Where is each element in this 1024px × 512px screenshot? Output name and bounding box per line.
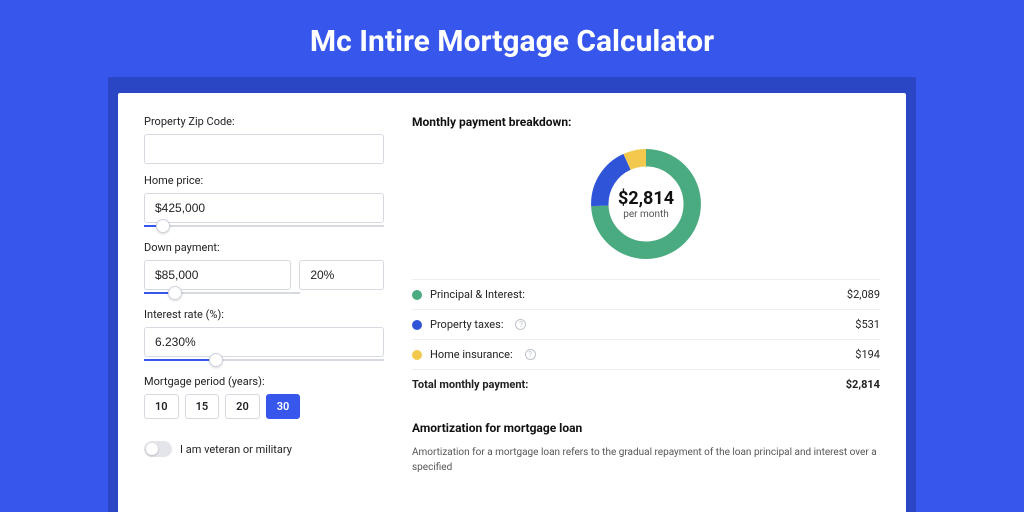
period-pill-20[interactable]: 20 <box>225 394 260 419</box>
legend-row: Home insurance:? $194 <box>412 340 880 370</box>
breakdown-title: Monthly payment breakdown: <box>412 115 880 129</box>
legend: Principal & Interest: $2,089 Property taxe… <box>412 279 880 399</box>
down-percent-input[interactable] <box>299 260 384 290</box>
legend-total-label: Total monthly payment: <box>412 378 528 391</box>
legend-dot <box>412 290 422 300</box>
period-label: Mortgage period (years): <box>144 375 384 388</box>
price-input[interactable] <box>144 193 384 223</box>
veteran-label: I am veteran or military <box>180 443 292 456</box>
zip-input[interactable] <box>144 134 384 164</box>
amortization-title: Amortization for mortgage loan <box>412 421 880 435</box>
donut-center-sub: per month <box>623 209 669 220</box>
legend-total-row: Total monthly payment: $2,814 <box>412 370 880 399</box>
period-pills: 10152030 <box>144 394 384 419</box>
down-slider-thumb[interactable] <box>168 286 182 300</box>
period-group: Mortgage period (years): 10152030 <box>144 375 384 419</box>
legend-dot <box>412 320 422 330</box>
legend-label: Property taxes: <box>430 318 503 331</box>
donut-wrap: $2,814 per month <box>412 139 880 279</box>
page-title: Mc Intire Mortgage Calculator <box>0 0 1024 77</box>
legend-value: $194 <box>855 348 880 361</box>
donut-chart: $2,814 per month <box>585 143 707 265</box>
calculator-card: Property Zip Code: Home price: Down paym… <box>118 93 906 512</box>
down-label: Down payment: <box>144 241 384 254</box>
donut-center-value: $2,814 <box>618 188 674 209</box>
down-group: Down payment: <box>144 241 384 294</box>
rate-slider-thumb[interactable] <box>209 353 223 367</box>
rate-label: Interest rate (%): <box>144 308 384 321</box>
amortization-text: Amortization for a mortgage loan refers … <box>412 445 880 475</box>
legend-value: $531 <box>855 318 880 331</box>
results-column: Monthly payment breakdown: $2,814 per mo… <box>412 115 880 512</box>
info-icon[interactable]: ? <box>525 349 536 360</box>
veteran-toggle[interactable] <box>144 441 172 457</box>
legend-dot <box>412 350 422 360</box>
period-pill-15[interactable]: 15 <box>185 394 220 419</box>
rate-group: Interest rate (%): <box>144 308 384 361</box>
rate-slider[interactable] <box>144 359 384 361</box>
donut-center: $2,814 per month <box>585 143 707 265</box>
price-slider[interactable] <box>144 225 384 227</box>
legend-label: Principal & Interest: <box>430 288 525 301</box>
down-amount-input[interactable] <box>144 260 291 290</box>
period-pill-30[interactable]: 30 <box>266 394 301 419</box>
down-slider[interactable] <box>144 292 300 294</box>
price-slider-thumb[interactable] <box>156 219 170 233</box>
legend-value: $2,089 <box>847 288 880 301</box>
card-shadow: Property Zip Code: Home price: Down paym… <box>108 77 916 512</box>
zip-label: Property Zip Code: <box>144 115 384 128</box>
rate-input[interactable] <box>144 327 384 357</box>
price-group: Home price: <box>144 174 384 227</box>
legend-row: Principal & Interest: $2,089 <box>412 280 880 310</box>
legend-row: Property taxes:? $531 <box>412 310 880 340</box>
zip-group: Property Zip Code: <box>144 115 384 164</box>
price-label: Home price: <box>144 174 384 187</box>
period-pill-10[interactable]: 10 <box>144 394 179 419</box>
legend-total-value: $2,814 <box>846 378 880 391</box>
info-icon[interactable]: ? <box>515 319 526 330</box>
form-column: Property Zip Code: Home price: Down paym… <box>144 115 384 512</box>
amortization-section: Amortization for mortgage loan Amortizat… <box>412 421 880 475</box>
legend-label: Home insurance: <box>430 348 513 361</box>
veteran-row: I am veteran or military <box>144 441 384 457</box>
